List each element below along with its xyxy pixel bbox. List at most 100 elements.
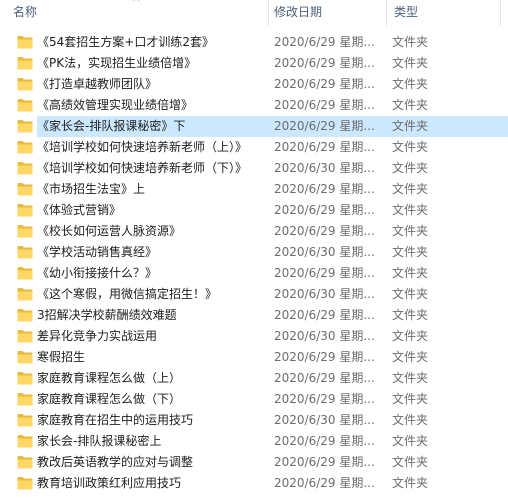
folder-row[interactable]: 家长会-排队报课秘密上 2020/6/29 星期... 文件夹: [0, 431, 508, 452]
folder-row[interactable]: 3招解决学校薪酬绩效难题 2020/6/29 星期... 文件夹: [0, 305, 508, 326]
folder-icon: [17, 161, 33, 175]
folder-name: 《家长会-排队报课秘密》下: [37, 119, 186, 133]
folder-row[interactable]: 《幼小衔接接什么？》 2020/6/29 星期... 文件夹: [0, 263, 508, 284]
modified-date: 2020/6/30 星期...: [274, 245, 375, 259]
modified-date: 2020/6/29 星期...: [274, 266, 375, 280]
folder-row[interactable]: 差异化竞争力实战运用 2020/6/30 星期... 文件夹: [0, 326, 508, 347]
folder-icon: [17, 182, 33, 196]
folder-name: 《这个寒假，用微信搞定招生！》: [37, 287, 218, 301]
folder-row[interactable]: 寒假招生 2020/6/29 星期... 文件夹: [0, 347, 508, 368]
column-header-type[interactable]: 类型: [394, 0, 418, 24]
folder-name: 差异化竞争力实战运用: [37, 329, 158, 343]
folder-name: 《体验式营销》: [37, 203, 122, 217]
modified-date: 2020/6/29 星期...: [274, 224, 375, 238]
item-type: 文件夹: [392, 371, 429, 385]
folder-name: 《校长如何运营人脉资源》: [37, 224, 182, 238]
modified-date: 2020/6/29 星期...: [274, 119, 375, 133]
column-divider[interactable]: [268, 0, 269, 26]
item-type: 文件夹: [392, 35, 429, 49]
folder-icon: [17, 266, 33, 280]
item-type: 文件夹: [392, 476, 429, 490]
folder-row[interactable]: 《家长会-排队报课秘密》下 2020/6/29 星期... 文件夹: [0, 116, 508, 137]
file-explorer-list: 名称 ^ 修改日期 类型 《54套招生方案+口才训练2套》 2020/6/29 星…: [0, 0, 508, 498]
modified-date: 2020/6/30 星期...: [274, 161, 375, 175]
modified-date: 2020/6/29 星期...: [274, 476, 375, 490]
folder-name: 家庭教育在招生中的运用技巧: [37, 413, 194, 427]
folder-name: 寒假招生: [37, 350, 86, 364]
folder-row[interactable]: 教改后英语教学的应对与调整 2020/6/29 星期... 文件夹: [0, 452, 508, 473]
item-type: 文件夹: [392, 329, 429, 343]
folder-name: 教育培训政策红利应用技巧: [37, 476, 182, 490]
folder-name: 《54套招生方案+口才训练2套》: [37, 35, 214, 49]
modified-date: 2020/6/29 星期...: [274, 203, 375, 217]
folder-icon: [17, 56, 33, 70]
folder-row[interactable]: 《PK法，实现招生业绩倍增》 2020/6/29 星期... 文件夹: [0, 53, 508, 74]
modified-date: 2020/6/29 星期...: [274, 182, 375, 196]
folder-icon: [17, 476, 33, 490]
column-divider[interactable]: [386, 0, 387, 26]
item-type: 文件夹: [392, 455, 429, 469]
folder-row[interactable]: 《高绩效管理实现业绩倍增》 2020/6/29 星期... 文件夹: [0, 95, 508, 116]
item-type: 文件夹: [392, 308, 429, 322]
folder-icon: [17, 287, 33, 301]
folder-icon: [17, 224, 33, 238]
folder-icon: [17, 308, 33, 322]
item-type: 文件夹: [392, 287, 429, 301]
folder-icon: [17, 35, 33, 49]
folder-name: 《培训学校如何快速培养新老师（上）》: [37, 140, 248, 154]
item-type: 文件夹: [392, 434, 429, 448]
column-divider[interactable]: [500, 0, 501, 26]
item-type: 文件夹: [392, 392, 429, 406]
folder-icon: [17, 350, 33, 364]
folder-icon: [17, 455, 33, 469]
modified-date: 2020/6/30 星期...: [274, 329, 375, 343]
item-type: 文件夹: [392, 161, 429, 175]
folder-row[interactable]: 教育培训政策红利应用技巧 2020/6/29 星期... 文件夹: [0, 473, 508, 494]
folder-row[interactable]: 《培训学校如何快速培养新老师（下）》 2020/6/30 星期... 文件夹: [0, 158, 508, 179]
column-header-date[interactable]: 修改日期: [274, 0, 322, 24]
folder-icon: [17, 77, 33, 91]
folder-row[interactable]: 家庭教育课程怎么做（下） 2020/6/29 星期... 文件夹: [0, 389, 508, 410]
folder-icon: [17, 119, 33, 133]
folder-icon: [17, 245, 33, 259]
folder-row[interactable]: 《54套招生方案+口才训练2套》 2020/6/29 星期... 文件夹: [0, 32, 508, 53]
column-header-name[interactable]: 名称: [13, 0, 37, 24]
modified-date: 2020/6/29 星期...: [274, 77, 375, 91]
folder-row[interactable]: 家庭教育课程怎么做（上） 2020/6/29 星期... 文件夹: [0, 368, 508, 389]
modified-date: 2020/6/29 星期...: [274, 56, 375, 70]
item-type: 文件夹: [392, 350, 429, 364]
folder-icon: [17, 434, 33, 448]
folder-name: 家庭教育课程怎么做（上）: [37, 371, 182, 385]
item-type: 文件夹: [392, 77, 429, 91]
folder-row[interactable]: 《培训学校如何快速培养新老师（上）》 2020/6/29 星期... 文件夹: [0, 137, 508, 158]
folder-row[interactable]: 《校长如何运营人脉资源》 2020/6/29 星期... 文件夹: [0, 221, 508, 242]
modified-date: 2020/6/29 星期...: [274, 371, 375, 385]
folder-icon: [17, 140, 33, 154]
item-type: 文件夹: [392, 182, 429, 196]
folder-row[interactable]: 《市场招生法宝》上 2020/6/29 星期... 文件夹: [0, 179, 508, 200]
folder-name: 教改后英语教学的应对与调整: [37, 455, 194, 469]
folder-row[interactable]: 家庭教育在招生中的运用技巧 2020/6/30 星期... 文件夹: [0, 410, 508, 431]
item-type: 文件夹: [392, 266, 429, 280]
folder-name: 《高绩效管理实现业绩倍增》: [37, 98, 194, 112]
folder-row[interactable]: 《体验式营销》 2020/6/29 星期... 文件夹: [0, 200, 508, 221]
folder-row[interactable]: 《这个寒假，用微信搞定招生！》 2020/6/30 星期... 文件夹: [0, 284, 508, 305]
folder-icon: [17, 329, 33, 343]
modified-date: 2020/6/29 星期...: [274, 140, 375, 154]
item-type: 文件夹: [392, 98, 429, 112]
item-type: 文件夹: [392, 203, 429, 217]
item-type: 文件夹: [392, 119, 429, 133]
modified-date: 2020/6/29 星期...: [274, 308, 375, 322]
folder-icon: [17, 203, 33, 217]
folder-name: 《市场招生法宝》上: [37, 182, 146, 196]
folder-row[interactable]: 《打造卓越教师团队》 2020/6/29 星期... 文件夹: [0, 74, 508, 95]
modified-date: 2020/6/30 星期...: [274, 287, 375, 301]
folder-row[interactable]: 《学校活动销售真经》 2020/6/30 星期... 文件夹: [0, 242, 508, 263]
folder-name: 《PK法，实现招生业绩倍增》: [37, 56, 197, 70]
folder-icon: [17, 392, 33, 406]
folder-name: 《培训学校如何快速培养新老师（下）》: [37, 161, 248, 175]
folder-icon: [17, 98, 33, 112]
folder-name: 家长会-排队报课秘密上: [37, 434, 162, 448]
folder-name: 家庭教育课程怎么做（下）: [37, 392, 182, 406]
folder-name: 《学校活动销售真经》: [37, 245, 158, 259]
